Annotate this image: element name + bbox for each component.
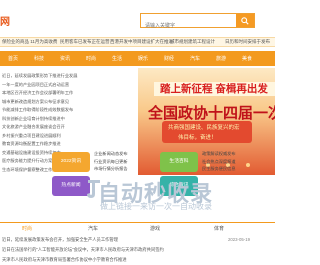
category-link[interactable]: 社会热点深度报道 [202,158,236,166]
banner-subtitle: 全国政协十四届一次会议 [148,105,275,122]
nav-item[interactable]: 美食 [242,55,252,62]
search-box [140,13,255,33]
ticker-item[interactable]: 城市规划建筑工程设计 [170,39,215,45]
banner-text-line: 共商强国建设、民族复兴的宏 [168,125,240,131]
list-item[interactable]: 科技创新企业培育计划持续推进中 [2,115,134,124]
tab-bar: 时尚 汽车 游戏 体育 [0,222,275,234]
news-item[interactable]: 近日，延续发展政策发布会召开，加强安全生产人员工作管理 [2,237,118,243]
banner-text-line: 伟目标，奋进！ [178,135,217,141]
category-tile[interactable]: 2022资讯 [52,152,90,172]
ticker-item[interactable]: 民用客车已发布正在运营 [60,39,110,45]
news-date: 2023-05-19 [228,237,250,242]
search-icon [241,17,249,25]
banner-title: 踏上新征程 奋楫再出发 [160,83,268,95]
nav-item[interactable]: 汽车 [190,55,200,62]
list-item[interactable]: 本地区召开经济工作会议部署明年工作 [2,89,134,98]
list-item[interactable]: 节能减排工作取得阶段性成效数据发布 [2,106,134,115]
list-item[interactable]: 城市更新改造规划方案公布征求意见 [2,98,134,107]
category-link[interactable]: 政策解读权威发布 [202,150,236,158]
tab-fashion[interactable]: 时尚 [22,225,32,232]
category-link[interactable]: 企业新闻动态发布 [94,150,128,158]
category-link[interactable]: 民生服务便民信息 [202,165,236,173]
list-item[interactable]: 近日，延续发展政策形势下推进行业发展 [2,72,134,81]
news-item[interactable]: 天津市人民政府与天津市教育局签署合作协议中小学教育合作推进 [2,257,127,263]
nav-item[interactable]: 资讯 [60,55,70,62]
category-tile[interactable]: 生活百科 [160,152,198,172]
news-ticker: 保险业的商品 11月为高收费 民用客车已发布正在运营 西港开发中项目建设扩大在推… [0,37,275,47]
search-button[interactable] [236,14,254,27]
category-links: 企业新闻动态发布 行业资讯每日更新 市场行情分析报告 [94,150,128,173]
main-nav: 首页 科技 资讯 时尚 生活 娱乐 财经 汽车 旅游 美食 [0,51,275,66]
category-links: 政策解读权威发布 社会热点深度报道 民生服务便民信息 [202,150,236,173]
nav-item[interactable]: 娱乐 [138,55,148,62]
nav-item[interactable]: 财经 [164,55,174,62]
category-link[interactable]: 行业资讯每日更新 [94,158,128,166]
news-item[interactable]: 近日在法国举行的“人工智能开放论坛”会议中，天津市人民政府与天津市政府共同签约 [2,247,164,253]
list-item[interactable]: 一年一度的产业园项目正式启动运营 [2,81,134,90]
tab-games[interactable]: 游戏 [150,225,160,232]
nav-item[interactable]: 时尚 [86,55,96,62]
tab-auto[interactable]: 汽车 [88,225,98,232]
watermark-subtitle: 做上链接一来访一次一自动收录 [100,202,212,211]
nav-item[interactable]: 旅游 [216,55,226,62]
nav-item[interactable]: 科技 [34,55,44,62]
nav-item-home[interactable]: 首页 [8,55,18,62]
list-item[interactable]: 教育资源均衡配置工作稳步推进 [2,140,134,149]
ticker-item[interactable]: 西港开发中项目建设扩大在推进 [110,39,173,45]
ticker-item[interactable]: 保险业的商品 11月为高收费 [2,39,57,45]
site-logo[interactable]: 网 [0,13,10,28]
nav-item[interactable]: 生活 [112,55,122,62]
category-link[interactable]: 市场行情分析报告 [94,165,128,173]
ticker-item[interactable]: 日历和时间安排于发布 [225,39,270,45]
site-header: 网 [0,0,275,35]
tab-sports[interactable]: 体育 [214,225,224,232]
list-item[interactable]: 乡村振兴重点项目建设进展顺利 [2,132,134,141]
list-item[interactable]: 文化旅游产业融合发展座谈会召开 [2,123,134,132]
